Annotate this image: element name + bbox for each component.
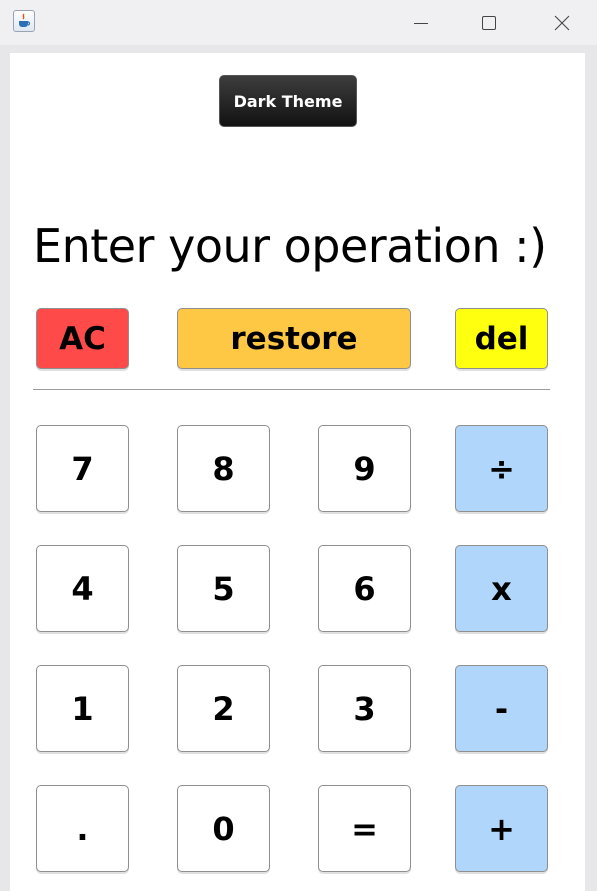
calculator-panel: Dark Theme Enter your operation :) AC re… bbox=[10, 53, 585, 891]
calculator-window: Dark Theme Enter your operation :) AC re… bbox=[0, 0, 597, 891]
all-clear-button[interactable]: AC bbox=[36, 308, 129, 369]
delete-button[interactable]: del bbox=[455, 308, 548, 369]
key-1[interactable]: 1 bbox=[36, 665, 129, 752]
close-button[interactable] bbox=[527, 0, 597, 45]
key-4[interactable]: 4 bbox=[36, 545, 129, 632]
operation-display: Enter your operation :) bbox=[33, 219, 547, 273]
key-8[interactable]: 8 bbox=[177, 425, 270, 512]
dark-theme-button[interactable]: Dark Theme bbox=[219, 75, 357, 127]
decimal-point-button[interactable]: . bbox=[36, 785, 129, 872]
java-coffee-cup-icon[interactable] bbox=[13, 10, 35, 32]
key-0[interactable]: 0 bbox=[177, 785, 270, 872]
key-2[interactable]: 2 bbox=[177, 665, 270, 752]
maximize-icon bbox=[482, 15, 496, 30]
divide-button[interactable]: ÷ bbox=[455, 425, 548, 512]
add-button[interactable]: + bbox=[455, 785, 548, 872]
restore-button[interactable]: restore bbox=[177, 308, 411, 369]
divider bbox=[33, 389, 550, 390]
equals-button[interactable]: = bbox=[318, 785, 411, 872]
maximize-button[interactable] bbox=[455, 0, 523, 45]
subtract-button[interactable]: - bbox=[455, 665, 548, 752]
close-icon bbox=[554, 15, 570, 30]
key-5[interactable]: 5 bbox=[177, 545, 270, 632]
minimize-icon bbox=[414, 22, 428, 24]
key-9[interactable]: 9 bbox=[318, 425, 411, 512]
multiply-button[interactable]: x bbox=[455, 545, 548, 632]
key-7[interactable]: 7 bbox=[36, 425, 129, 512]
key-6[interactable]: 6 bbox=[318, 545, 411, 632]
minimize-button[interactable] bbox=[387, 0, 455, 45]
title-bar[interactable] bbox=[0, 0, 597, 45]
key-3[interactable]: 3 bbox=[318, 665, 411, 752]
